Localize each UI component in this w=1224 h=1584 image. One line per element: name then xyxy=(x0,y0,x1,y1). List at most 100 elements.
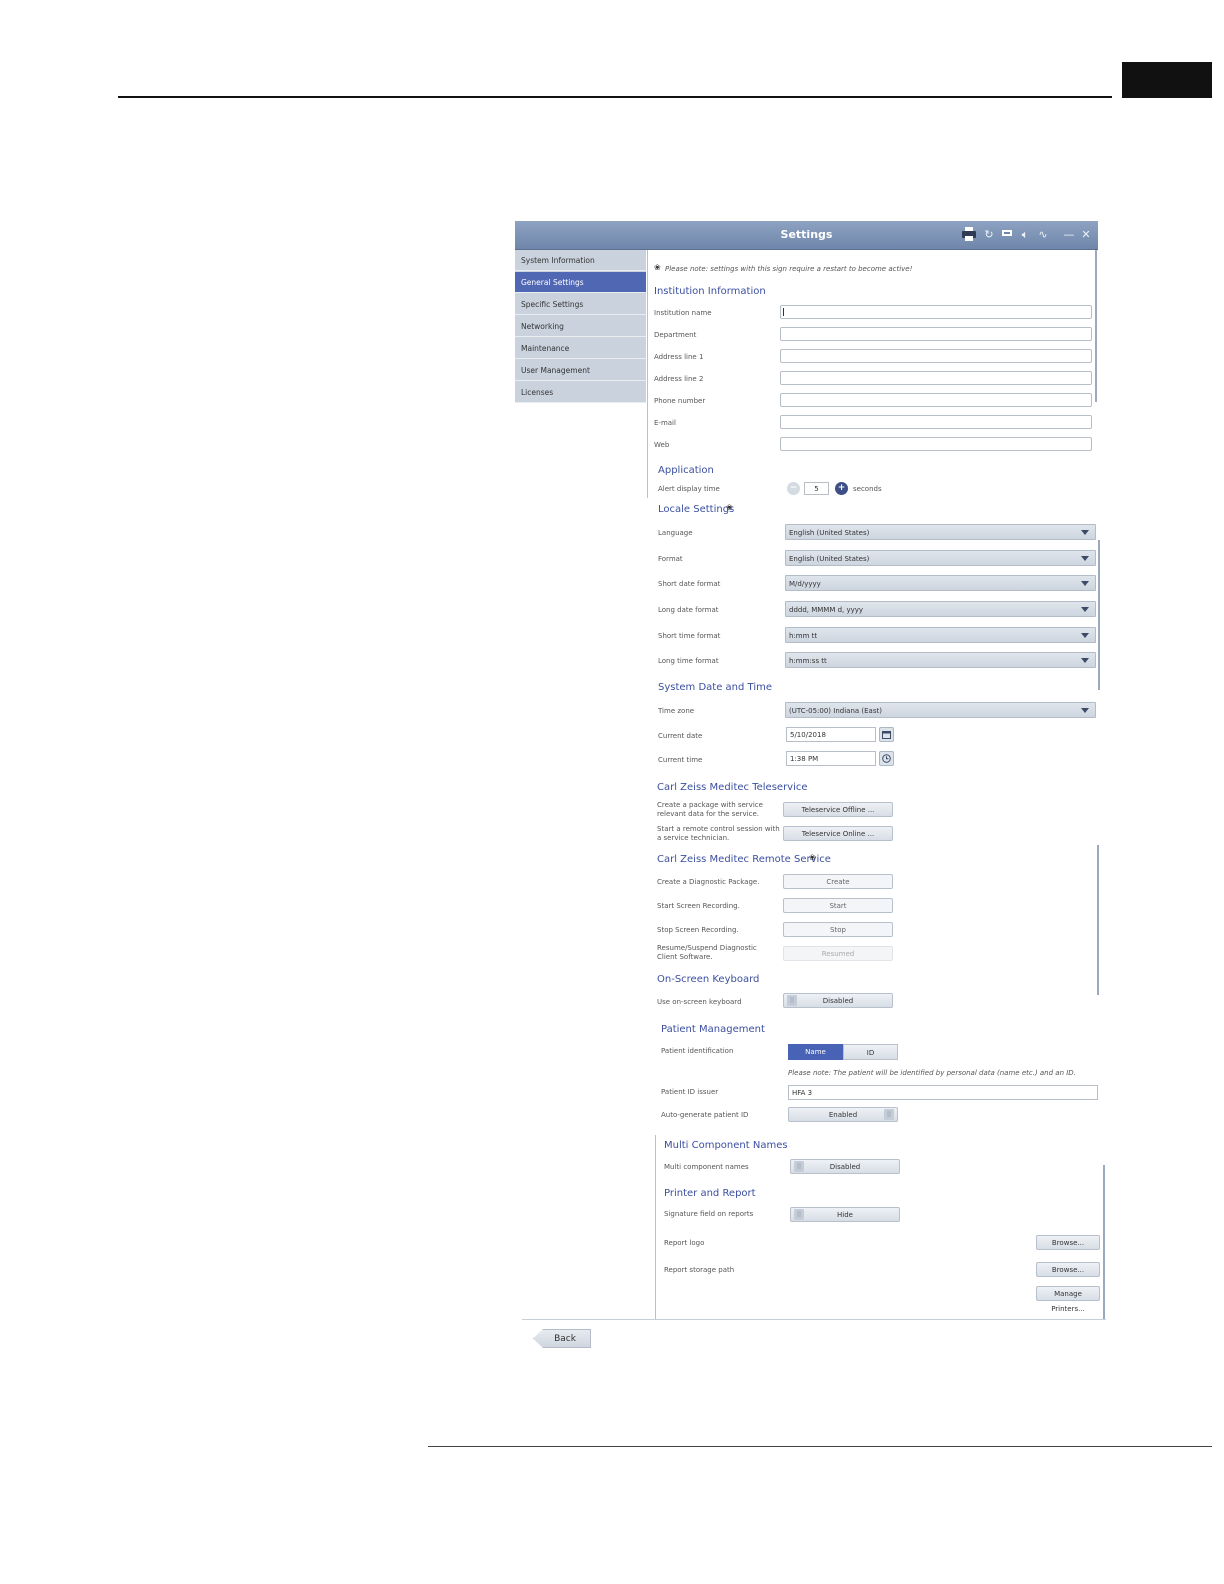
printer-icon[interactable] xyxy=(961,226,977,242)
sidebar-item-licenses[interactable]: Licenses xyxy=(515,382,646,403)
scrollbar[interactable] xyxy=(1098,540,1100,690)
auto-generate-toggle[interactable]: Enabled || xyxy=(788,1107,898,1122)
patient-id-issuer-input[interactable]: HFA 3 xyxy=(788,1085,1098,1100)
toggle-knob: || xyxy=(884,1109,894,1120)
department-input[interactable] xyxy=(780,327,1092,341)
language-dropdown[interactable]: English (United States) xyxy=(785,524,1096,540)
sidebar-item-system-information[interactable]: System Information xyxy=(515,250,646,271)
timezone-label: Time zone xyxy=(658,707,695,715)
short-date-value: M/d/yyyy xyxy=(789,580,821,588)
chevron-down-icon xyxy=(1081,607,1089,612)
settings-sidebar: System Information General Settings Spec… xyxy=(515,250,646,403)
teleservice-online-button[interactable]: Teleservice Online ... xyxy=(783,826,893,841)
chevron-down-icon xyxy=(1081,556,1089,561)
minimize-icon[interactable]: — xyxy=(1061,227,1077,243)
patient-identification-label: Patient identification xyxy=(661,1047,734,1055)
phone-number-label: Phone number xyxy=(654,397,706,405)
segment-id[interactable]: ID xyxy=(843,1044,898,1060)
keyboard-heading: On-Screen Keyboard xyxy=(657,974,760,985)
address-line-1-label: Address line 1 xyxy=(654,353,704,361)
panel-left-edge-2 xyxy=(655,1135,656,1320)
alert-unit: seconds xyxy=(853,485,882,493)
teleservice-offline-label: Create a package with service relevant d… xyxy=(657,801,763,818)
scrollbar[interactable] xyxy=(1095,250,1097,402)
printer-heading: Printer and Report xyxy=(664,1188,756,1199)
chevron-down-icon xyxy=(1081,708,1089,713)
chevron-down-icon xyxy=(1081,633,1089,638)
sidebar-item-maintenance[interactable]: Maintenance xyxy=(515,338,646,359)
language-label: Language xyxy=(658,529,693,537)
current-time-input[interactable]: 1:38 PM xyxy=(786,751,876,766)
increment-icon[interactable]: + xyxy=(835,482,848,495)
teleservice-offline-button[interactable]: Teleservice Offline ... xyxy=(783,802,893,817)
toggle-knob: || xyxy=(787,995,797,1006)
start-recording-button[interactable]: Start xyxy=(783,898,893,913)
header-rule xyxy=(118,96,1112,98)
format-dropdown[interactable]: English (United States) xyxy=(785,550,1096,566)
alert-display-time-input[interactable]: 5 xyxy=(804,482,829,495)
long-date-dropdown[interactable]: dddd, MMMM d, yyyy xyxy=(785,601,1096,617)
scrollbar[interactable] xyxy=(1097,845,1099,995)
report-logo-browse-button[interactable]: Browse... xyxy=(1036,1235,1100,1250)
start-recording-label: Start Screen Recording. xyxy=(657,902,740,910)
email-label: E-mail xyxy=(654,419,676,427)
stop-recording-button[interactable]: Stop xyxy=(783,922,893,937)
web-input[interactable] xyxy=(780,437,1092,451)
sidebar-item-networking[interactable]: Networking xyxy=(515,316,646,337)
manage-printers-button[interactable]: Manage Printers... xyxy=(1036,1286,1100,1313)
long-time-dropdown[interactable]: h:mm:ss tt xyxy=(785,652,1096,668)
language-value: English (United States) xyxy=(789,529,870,537)
patient-heading: Patient Management xyxy=(661,1024,765,1035)
monitor-icon[interactable] xyxy=(999,227,1015,243)
decrement-icon[interactable]: − xyxy=(787,482,800,495)
current-date-label: Current date xyxy=(658,732,703,740)
institution-name-label: Institution name xyxy=(654,309,712,317)
format-value: English (United States) xyxy=(789,555,870,563)
clock-icon[interactable] xyxy=(879,751,894,766)
timezone-dropdown[interactable]: (UTC-05:00) Indiana (East) xyxy=(785,702,1096,718)
report-storage-browse-button[interactable]: Browse... xyxy=(1036,1262,1100,1277)
back-button[interactable]: Back xyxy=(533,1329,591,1348)
sidebar-item-specific-settings[interactable]: Specific Settings xyxy=(515,294,646,315)
institution-name-input[interactable] xyxy=(780,305,1092,319)
segment-name[interactable]: Name xyxy=(788,1044,843,1060)
restart-icon: ❀ xyxy=(654,263,661,272)
close-icon[interactable]: ✕ xyxy=(1078,227,1094,243)
network-icon[interactable]: ∿ xyxy=(1035,227,1051,243)
restart-note: Please note: settings with this sign req… xyxy=(665,265,913,273)
address-line-2-label: Address line 2 xyxy=(654,375,704,383)
locale-heading: Locale Settings xyxy=(658,504,735,515)
calendar-icon[interactable] xyxy=(879,727,894,742)
department-label: Department xyxy=(654,331,697,339)
resume-suspend-label: Resume/Suspend Diagnostic Client Softwar… xyxy=(657,944,757,961)
sidebar-item-general-settings[interactable]: General Settings xyxy=(515,272,646,293)
multi-heading: Multi Component Names xyxy=(664,1140,788,1151)
toggle-knob: || xyxy=(794,1209,804,1220)
speaker-icon[interactable]: 🔈︎ xyxy=(1017,227,1033,243)
keyboard-toggle[interactable]: || Disabled xyxy=(783,993,893,1008)
scrollbar[interactable] xyxy=(1103,1165,1105,1320)
report-storage-label: Report storage path xyxy=(664,1266,735,1274)
chevron-down-icon xyxy=(1081,581,1089,586)
multi-toggle[interactable]: || Disabled xyxy=(790,1159,900,1174)
current-date-input[interactable]: 5/10/2018 xyxy=(786,727,876,742)
auto-generate-label: Auto-generate patient ID xyxy=(661,1111,749,1119)
datetime-heading: System Date and Time xyxy=(658,682,773,693)
report-logo-label: Report logo xyxy=(664,1239,705,1247)
timezone-value: (UTC-05:00) Indiana (East) xyxy=(789,707,882,715)
address-line-2-input[interactable] xyxy=(780,371,1092,385)
create-button[interactable]: Create xyxy=(783,874,893,889)
resumed-toggle[interactable]: Resumed xyxy=(783,946,893,961)
sidebar-item-user-management[interactable]: User Management xyxy=(515,360,646,381)
refresh-icon[interactable]: ↻ xyxy=(981,227,997,243)
signature-toggle[interactable]: || Hide xyxy=(790,1207,900,1222)
phone-number-input[interactable] xyxy=(780,393,1092,407)
teleservice-online-label: Start a remote control session with a se… xyxy=(657,825,780,842)
address-line-1-input[interactable] xyxy=(780,349,1092,363)
email-input[interactable] xyxy=(780,415,1092,429)
short-time-dropdown[interactable]: h:mm tt xyxy=(785,627,1096,643)
format-label: Format xyxy=(658,555,683,563)
short-date-dropdown[interactable]: M/d/yyyy xyxy=(785,575,1096,591)
auto-generate-value: Enabled xyxy=(828,1111,858,1119)
window-titlebar: Settings ↻ 🔈︎ ∿ — ✕ xyxy=(515,221,1098,250)
